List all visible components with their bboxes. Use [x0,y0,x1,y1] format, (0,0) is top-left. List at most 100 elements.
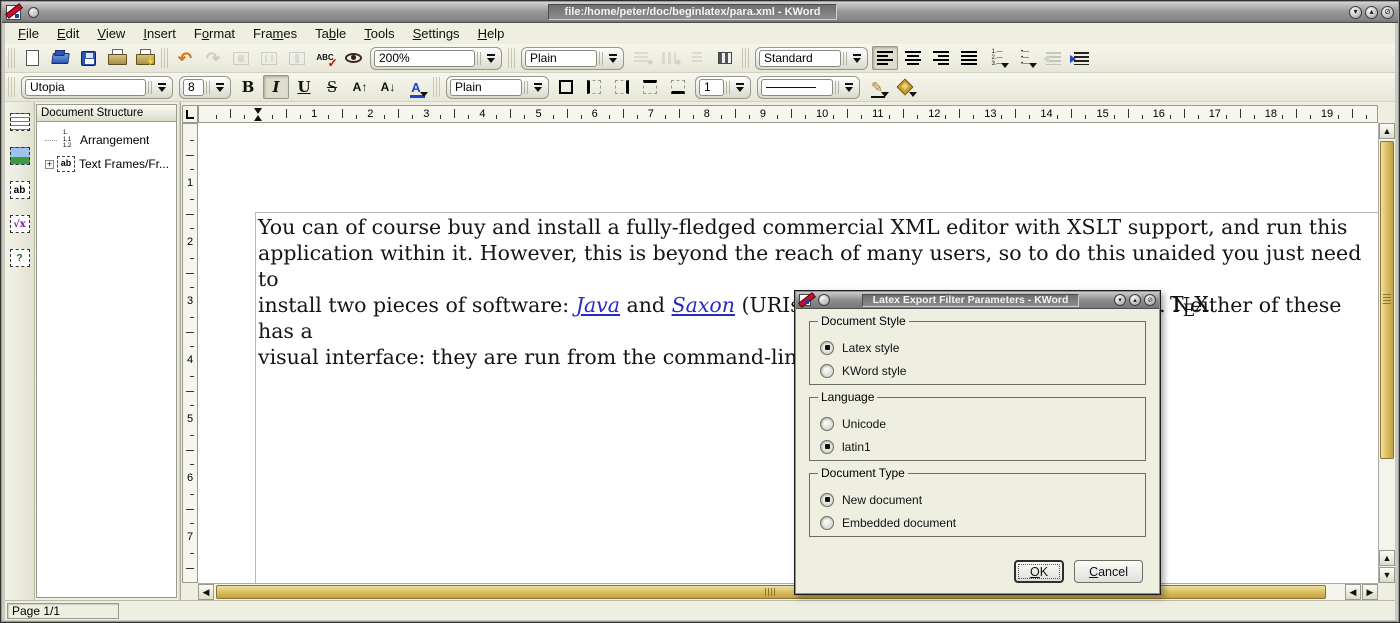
toolbar-handle[interactable] [8,77,15,97]
align-left-button[interactable] [872,46,898,70]
dialog-titlebar[interactable]: · Latex Export Filter Parameters - KWord… [796,292,1159,309]
insert-table-button[interactable] [8,110,32,134]
menu-frames[interactable]: Frames [244,25,306,42]
align-right-button[interactable] [928,46,954,70]
zoom-eye-button[interactable] [340,46,366,70]
chevron-down-icon[interactable] [607,51,620,66]
border-right-button[interactable] [609,75,635,99]
chevron-down-icon[interactable] [532,80,545,95]
chevron-down-icon[interactable] [156,80,169,95]
chevron-down-icon[interactable] [734,80,747,95]
insert-image-button[interactable] [8,144,32,168]
chevron-down-icon[interactable] [851,51,864,66]
vertical-scrollbar[interactable]: ▲ ▲ ▼ [1378,123,1395,583]
hyperlink[interactable]: Java [576,293,620,317]
italic-button[interactable]: I [263,75,289,99]
menu-settings[interactable]: Settings [404,25,469,42]
document-canvas[interactable]: You can of course buy and install a full… [198,123,1378,583]
horizontal-scrollbar[interactable]: ◀ ◀ ▶ [198,583,1378,600]
indent-more-button[interactable] [1068,46,1094,70]
style-combo[interactable]: Standard [755,47,868,70]
bold-button[interactable]: B [235,75,261,99]
radio-option[interactable]: Embedded document [820,511,1135,534]
radio-button[interactable] [820,364,834,378]
close-window-button[interactable]: ⊘ [1144,294,1156,306]
menu-insert[interactable]: Insert [134,25,185,42]
ok-button[interactable]: OK [1014,560,1064,583]
toolbar-handle[interactable] [508,48,515,68]
font-color-button[interactable]: A [403,75,429,99]
horizontal-ruler[interactable]: 1234567891011121314151617181920 [198,105,1378,123]
chevron-down-icon[interactable] [843,80,856,95]
menu-table[interactable]: Table [306,25,355,42]
toolbar-handle[interactable] [742,48,749,68]
border-left-button[interactable] [581,75,607,99]
scroll-right-button[interactable]: ▶ [1362,584,1378,600]
border-style-combo[interactable] [757,76,860,99]
zoom-combo[interactable]: 200% [370,47,502,70]
raise-window-button[interactable]: ▴ [1365,6,1378,19]
tree-item[interactable]: 1. 1.1 1.2Arrangement [39,128,174,152]
border-width-combo[interactable]: 1 [695,76,751,99]
radio-option[interactable]: Latex style [820,336,1135,359]
chevron-down-icon[interactable] [485,51,498,66]
toolbar-handle[interactable] [433,77,440,97]
kword-app-icon[interactable] [6,5,21,20]
lower-window-button[interactable]: ▾ [1349,6,1362,19]
insert-part-button[interactable]: ? [8,246,32,270]
border-top-button[interactable] [637,75,663,99]
toolbar-handle[interactable] [8,48,15,68]
sticky-button[interactable]: · [28,7,39,18]
panel-splitter[interactable] [177,102,181,600]
print-button[interactable] [103,46,129,70]
save-button[interactable] [75,46,101,70]
window-titlebar[interactable]: · file:/home/peter/doc/beginlatex/para.x… [2,2,1398,23]
font-size-up-button[interactable]: A↑ [347,75,373,99]
border-color-button[interactable]: ✎ [864,75,890,99]
insert-text-frame-button[interactable]: ab [8,178,32,202]
underline-button[interactable]: U [291,75,317,99]
radio-option[interactable]: latin1 [820,435,1135,458]
scroll-down-button[interactable]: ▼ [1379,567,1395,583]
vertical-scroll-thumb[interactable] [1380,141,1394,459]
chevron-down-icon[interactable] [420,92,428,97]
folder-open-button[interactable] [47,46,73,70]
align-center-button[interactable] [900,46,926,70]
list-numbered-button[interactable]: 1.— 2.— 3.— [984,46,1010,70]
paragraph-style-combo[interactable]: Plain [521,47,624,70]
border-all-button[interactable] [553,75,579,99]
font-family-combo[interactable]: Utopia [21,76,173,99]
menu-format[interactable]: Format [185,25,244,42]
list-bullet-button[interactable]: •— •— •— [1012,46,1038,70]
expander-icon[interactable]: + [45,160,54,169]
radio-button[interactable] [820,341,834,355]
radio-button[interactable] [820,440,834,454]
cancel-button[interactable]: Cancel [1074,560,1143,583]
scroll-up-button-2[interactable]: ▲ [1379,550,1395,566]
chevron-down-icon[interactable] [881,92,889,97]
font-size-down-button[interactable]: A↓ [375,75,401,99]
menu-edit[interactable]: Edit [48,25,88,42]
radio-option[interactable]: Unicode [820,412,1135,435]
vertical-ruler[interactable]: 12345678 [182,123,198,583]
menu-tools[interactable]: Tools [355,25,403,42]
chevron-down-icon[interactable] [1001,63,1009,68]
insert-formula-button[interactable]: √x [8,212,32,236]
chevron-down-icon[interactable] [214,80,227,95]
dialog-sticky-button[interactable]: · [818,294,830,306]
radio-option[interactable]: New document [820,488,1135,511]
framestyle-button[interactable] [712,46,738,70]
radio-button[interactable] [820,417,834,431]
toolbar-handle[interactable] [161,48,168,68]
radio-button[interactable] [820,516,834,530]
radio-option[interactable]: KWord style [820,359,1135,382]
menu-help[interactable]: Help [469,25,514,42]
raise-window-button[interactable]: ▴ [1129,294,1141,306]
scroll-left-button-2[interactable]: ◀ [1345,584,1361,600]
print-preview-button[interactable] [131,46,157,70]
chevron-down-icon[interactable] [1029,63,1037,68]
menu-file[interactable]: File [9,25,48,42]
spellcheck-button[interactable]: ABC [312,46,338,70]
menu-view[interactable]: View [88,25,134,42]
strikethrough-button[interactable]: S [319,75,345,99]
